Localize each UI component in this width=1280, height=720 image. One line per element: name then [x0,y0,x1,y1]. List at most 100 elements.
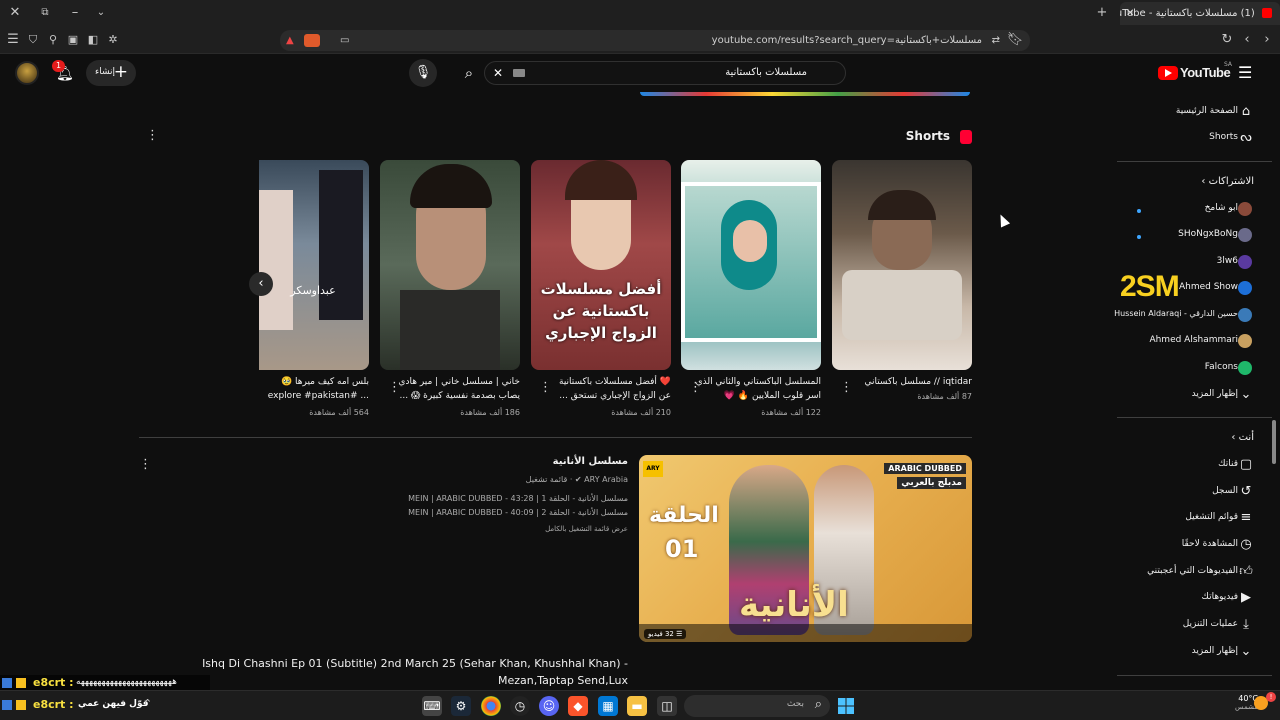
short-title[interactable]: ❤️ أفضل مسلسلات باكستانية [531,375,671,389]
short-menu-icon[interactable]: ⋮ [388,380,401,395]
sidebar-item-label: Shorts [1209,132,1238,142]
weather-widget[interactable]: 40°C مشمس [1218,694,1258,718]
tray-chevron-icon[interactable]: ⌃ [143,697,152,710]
notifications-button[interactable]: 🔔︎ 1 [52,60,76,86]
sidebar-item-home[interactable]: ⌂ الصفحة الرئيسية [1117,100,1280,126]
tabs-icon[interactable]: ▣ [64,31,82,49]
file-explorer-icon[interactable]: ▬ [627,696,647,716]
sidebar-item-shorts[interactable]: ᔓ Shorts [1117,126,1280,152]
sidebar-item-your-videos[interactable]: ▶ فيديوهاتك [1117,586,1280,612]
sidebar-item-subscription[interactable]: ابو شامخ [1117,197,1280,223]
sidebar-item-show-more[interactable]: ⌄ إظهار المزيد [1117,383,1280,409]
short-title[interactable]: خاني | مسلسل خاني | مير هادي [380,375,520,389]
restore-window-icon[interactable]: ⧉ [36,4,54,22]
tab-youtube[interactable]: ✕ (1) مسلسلات باكستانية - YouTube [1120,2,1280,25]
steam-app-icon[interactable]: ⚙ [451,696,471,716]
short-thumbnail[interactable] [681,160,821,370]
overlay-badge-text: 2SM [1120,270,1180,303]
sidebar-item-show-more[interactable]: ⌄ إظهار المزيد [1117,640,1280,666]
shield-icon[interactable]: ⛉ [24,31,42,49]
sidebar-item-playlists[interactable]: ≡ قوائم التشغيل [1117,506,1280,532]
split-view-icon[interactable]: ◧ [84,31,102,49]
keyboard-icon[interactable] [513,69,525,77]
clock-app-icon[interactable]: ◷ [510,696,530,716]
tab-list-chevron-icon[interactable]: ⌄ [92,4,110,22]
playlist-menu-icon[interactable]: ⋮ [139,457,152,472]
sidebar-item-history[interactable]: ↺ السجل [1117,480,1280,506]
extensions-icon[interactable]: ✲ [104,31,122,49]
sidebar-item-your-channel[interactable]: ▢ قناتك [1117,453,1280,479]
back-icon[interactable]: ‹ [1238,31,1256,49]
playlists-icon: ≡ [1240,510,1252,525]
playlist-thumbnail[interactable]: ARY ARABIC DUBBED مدبلج بالعربي الحلقة 0… [639,455,972,642]
discord-app-icon[interactable]: ☺ [539,696,559,716]
reload-icon[interactable]: ↻ [1218,31,1236,49]
short-thumbnail[interactable] [380,160,520,370]
bookmark-icon[interactable]: 🔖︎ [1006,31,1024,49]
chrome-app-icon[interactable] [481,696,501,716]
shorts-prev-button[interactable]: ‹ [249,272,273,296]
screen-icon[interactable]: ▭ [340,30,349,51]
search-button[interactable]: ⌕ [455,59,483,87]
you-heading[interactable]: أنت › [1231,432,1254,443]
forward-icon[interactable]: › [1258,31,1276,49]
windows-start-icon[interactable] [836,696,856,716]
voice-search-button[interactable]: 🎙︎ [409,59,437,87]
task-view-icon[interactable]: ◫ [657,696,677,716]
playlist-channel[interactable]: ARY Arabia ✔ · قائمة تشغيل [400,475,628,484]
sidebar-item-liked-videos[interactable]: 👍︎ الفيديوهات التي أعجبتني [1117,560,1280,586]
sidebar-item-watch-later[interactable]: ◷ المشاهدة لاحقًا [1117,533,1280,559]
url-field[interactable]: ▲ ▭ youtube.com/results?search_query=مسل… [280,30,1030,51]
brave-app-icon[interactable]: ◆ [568,696,588,716]
brave-shield-icon[interactable] [304,34,320,47]
search-input[interactable]: ✕ مسلسلات باكستانية [484,61,846,85]
browser-address-bar: ☰ ⛉ ⚲ ▣ ◧ ✲ ▲ ▭ youtube.com/results?sear… [0,27,1280,54]
short-thumbnail[interactable]: أفضل مسلسلات باكستانية عن الزواج الإجبار… [531,160,671,370]
pin-icon[interactable]: ⚲ [44,31,62,49]
channel-logo: ARY [643,461,663,477]
alert-icon[interactable]: ▲ [286,30,294,51]
shorts-menu-icon[interactable]: ⋮ [146,128,159,143]
playlist-line[interactable]: مسلسل الأنانية - الحلقة 2 | MEIN | ARABI… [330,508,628,517]
short-title[interactable]: المسلسل الباكستاني والثاني الذي [681,375,821,389]
sidebar-item-subscription[interactable]: Ahmed Alshammari [1117,329,1280,355]
short-title-line2: explore #pakistan# ... [267,391,369,401]
short-views: 122 ألف مشاهدة [761,408,821,417]
short-menu-icon[interactable]: ⋮ [539,380,552,395]
short-menu-icon[interactable]: ⋮ [689,380,702,395]
sidebar-item-subscription[interactable]: SHoNgxBoNg [1117,223,1280,249]
video-title[interactable]: Ishq Di Chashni Ep 01 (Subtitle) 2nd Mar… [140,655,628,689]
taskbar-search-field[interactable]: ⌕ بحث [684,695,830,717]
sidebar-item-downloads[interactable]: ⤓ عمليات التنزيل [1117,613,1280,639]
short-title[interactable]: بلس امه كيف ميرها 🥹 [229,375,369,389]
terminal-app-icon[interactable]: ⌨ [422,696,442,716]
create-button[interactable]: + إنشاء [86,60,136,86]
sidebar-item-subscription[interactable]: حسين الدارقي - Hussein Aldaraqi [1114,303,1280,329]
close-tab-icon[interactable]: ✕ [1126,2,1134,25]
playlist-icon: ☰ [676,630,683,638]
short-menu-icon[interactable]: ⋮ [840,380,853,395]
minimize-window-icon[interactable]: – [66,4,84,22]
sidebar-item-subscription[interactable]: Falcons [1117,356,1280,382]
chevron-down-icon: ⌄ [1240,387,1252,402]
sidebar-scrollbar[interactable] [1272,420,1276,464]
clear-search-icon[interactable]: ✕ [493,62,503,84]
store-app-icon[interactable]: ▦ [598,696,618,716]
short-title[interactable]: iqtidar // مسلسل باكستاني [832,375,972,389]
playlist-title[interactable]: مسلسل الأنانية [300,456,628,467]
new-tab-icon[interactable]: + [1093,4,1111,22]
short-thumbnail[interactable] [832,160,972,370]
history-icon: ↺ [1240,484,1252,499]
subscriptions-heading[interactable]: الاشتراكات › [1201,176,1254,187]
close-window-icon[interactable]: ✕ [6,4,24,22]
site-settings-icon[interactable]: ⇄ [992,30,1000,51]
guide-menu-icon[interactable]: ☰ [1238,63,1252,82]
sidebar-item-label: 3lw6 [1216,256,1238,266]
short-thumbnail[interactable]: عبداوسكر [259,160,369,370]
playlist-line[interactable]: مسلسل الأنانية - الحلقة 1 | MEIN | ARABI… [330,494,628,503]
chevron-left-icon: ‹ [258,276,264,291]
view-full-playlist-link[interactable]: عرض قائمة التشغيل بالكامل [430,525,628,533]
youtube-logo[interactable]: YouTube SA [1158,61,1232,82]
sidebar-menu-icon[interactable]: ☰ [4,31,22,49]
avatar[interactable] [15,61,39,85]
